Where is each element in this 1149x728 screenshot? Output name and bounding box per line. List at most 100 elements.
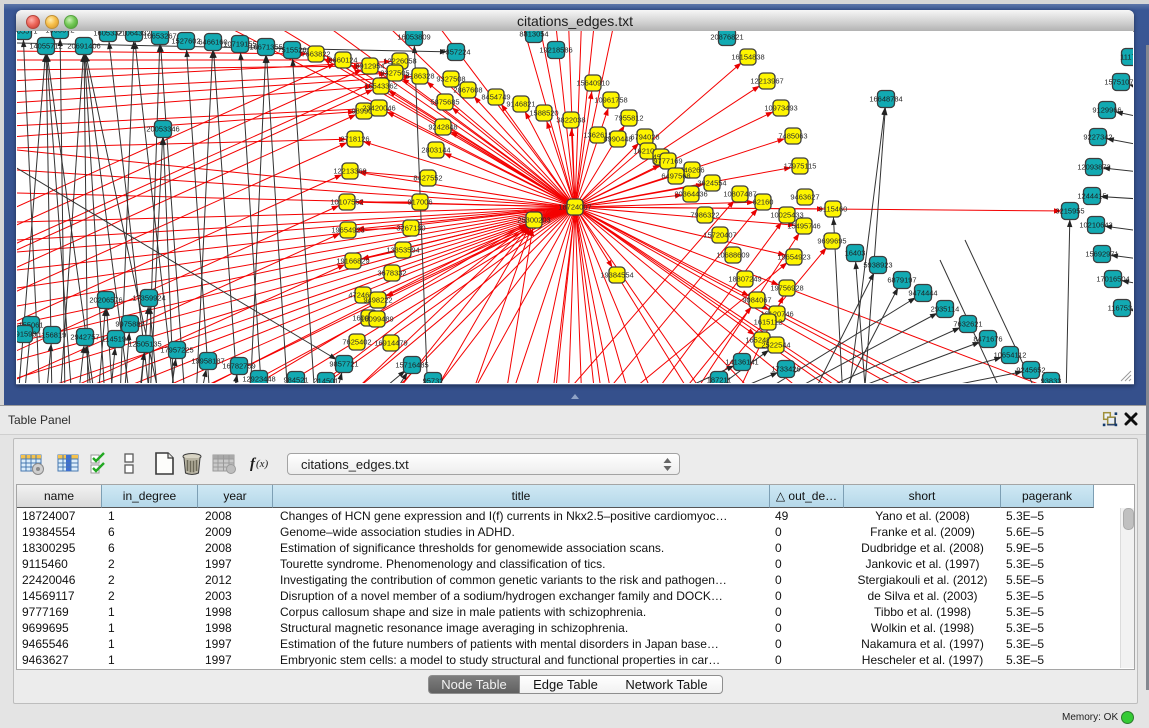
svg-text:62160: 62160 [753,198,774,207]
svg-text:15495746: 15495746 [787,222,820,231]
svg-text:12226058: 12226058 [383,57,416,66]
svg-text:1527602: 1527602 [171,37,200,46]
svg-text:25300203: 25300203 [517,216,550,225]
svg-text:10107552: 10107552 [330,198,363,207]
svg-text:23420046: 23420046 [362,104,395,113]
svg-text:19218586: 19218586 [539,46,572,55]
svg-text:8990448: 8990448 [603,135,632,144]
svg-text:6794028: 6794028 [630,133,659,142]
svg-text:9242848: 9242848 [428,123,457,132]
svg-text:17359924: 17359924 [132,294,165,303]
svg-text:2942757: 2942757 [70,333,99,342]
svg-text:20053346: 20053346 [146,125,179,134]
svg-text:2305571: 2305571 [17,31,38,36]
svg-text:20364436: 20364436 [674,190,707,199]
svg-text:9463627: 9463627 [790,193,819,202]
svg-text:187211: 187211 [707,376,731,383]
svg-text:1145194: 1145194 [102,335,131,344]
svg-text:12213967: 12213967 [750,77,783,86]
svg-text:9146821: 9146821 [506,100,535,109]
svg-text:11174: 11174 [1120,53,1133,62]
svg-text:7625402: 7625402 [342,338,371,347]
svg-text:8471676: 8471676 [973,335,1002,344]
svg-text:1588520: 1588520 [529,109,558,118]
svg-text:391593: 391593 [17,330,37,339]
svg-text:15716485: 15716485 [395,361,428,370]
svg-text:5875685: 5875685 [430,98,459,107]
svg-text:15720407: 15720407 [703,231,736,240]
svg-text:9245652: 9245652 [1016,366,1045,375]
svg-text:9975887: 9975887 [115,320,144,329]
svg-text:1733426: 1733426 [771,365,800,374]
svg-text:9115460: 9115460 [819,205,848,214]
svg-text:8427552: 8427552 [413,174,442,183]
svg-text:6879197: 6879197 [887,276,916,285]
svg-text:16914479: 16914479 [374,339,407,348]
svg-text:12213369: 12213369 [333,167,366,176]
svg-text:7663822: 7663822 [301,50,330,59]
svg-text:16782759: 16782759 [222,362,255,371]
svg-text:1167534: 1167534 [1108,304,1133,313]
svg-text:17957225: 17957225 [160,346,193,355]
svg-text:8660124: 8660124 [328,56,357,65]
svg-text:9699695: 9699695 [817,237,846,246]
svg-text:17016504: 17016504 [1096,275,1129,284]
svg-text:20876821: 20876821 [710,33,743,42]
svg-text:15751074: 15751074 [1104,78,1133,87]
svg-text:2935114: 2935114 [931,305,960,314]
svg-text:16403: 16403 [845,249,866,258]
svg-text:17975115: 17975115 [784,162,817,171]
svg-text:9227342: 9227342 [1083,133,1112,142]
svg-text:16099489: 16099489 [360,315,393,324]
svg-text:7485063: 7485063 [778,132,807,141]
svg-text:19756928: 19756928 [770,284,803,293]
svg-text:93833: 93833 [1041,377,1062,383]
svg-text:15692971: 15692971 [1085,250,1118,259]
svg-text:984521: 984521 [283,376,308,383]
svg-text:1905572: 1905572 [45,31,74,35]
svg-text:3215955: 3215955 [1055,207,1084,216]
svg-text:3678332: 3678332 [377,269,406,278]
svg-text:10961758: 10961758 [594,96,627,105]
svg-text:6497568: 6497568 [661,172,690,181]
svg-text:10973493: 10973493 [764,104,797,113]
svg-text:2803144: 2803144 [421,146,450,155]
svg-text:1156819: 1156819 [38,331,67,340]
svg-text:7986322: 7986322 [690,211,719,220]
svg-text:14136141: 14136141 [725,358,758,367]
svg-text:16053809: 16053809 [397,33,430,42]
svg-text:20206576: 20206576 [89,296,122,305]
svg-text:5938923: 5938923 [863,261,892,270]
svg-text:10688609: 10688609 [716,251,749,260]
svg-text:10210643: 10210643 [1079,221,1112,230]
svg-text:20691406: 20691406 [67,42,100,51]
svg-text:2522544: 2522544 [761,341,790,350]
svg-text:7357224: 7357224 [441,48,470,57]
svg-text:13353594: 13353594 [386,246,419,255]
svg-text:9777169: 9777169 [653,157,682,166]
svg-text:9474444: 9474444 [908,289,937,298]
svg-text:16154838: 16154838 [731,53,764,62]
svg-text:12505135: 12505135 [128,340,161,349]
svg-text:19384554: 19384554 [600,271,633,280]
svg-text:18724007: 18724007 [558,203,591,212]
svg-text:2718126: 2718126 [340,135,369,144]
svg-text:19654923: 19654923 [331,226,364,235]
svg-text:19654923: 19654923 [777,253,810,262]
svg-text:1615112: 1615112 [754,318,783,327]
svg-text:7955812: 7955812 [614,114,643,123]
svg-text:9327508: 9327508 [436,75,465,84]
svg-text:16648784: 16648784 [869,95,902,104]
svg-text:19958187: 19958187 [191,357,224,366]
svg-text:18807249: 18807249 [728,275,761,284]
svg-text:9857721: 9857721 [329,360,358,369]
svg-text:9129966: 9129966 [1092,106,1121,115]
svg-text:15640910: 15640910 [576,79,609,88]
svg-text:14055712: 14055712 [29,42,62,51]
svg-text:3624554: 3624554 [697,179,726,188]
svg-text:3267130: 3267130 [396,224,425,233]
svg-text:9498222: 9498222 [363,296,392,305]
svg-text:12093873: 12093873 [1077,163,1110,172]
svg-text:(x): (x) [256,458,269,470]
svg-text:10654112: 10654112 [994,351,1027,360]
